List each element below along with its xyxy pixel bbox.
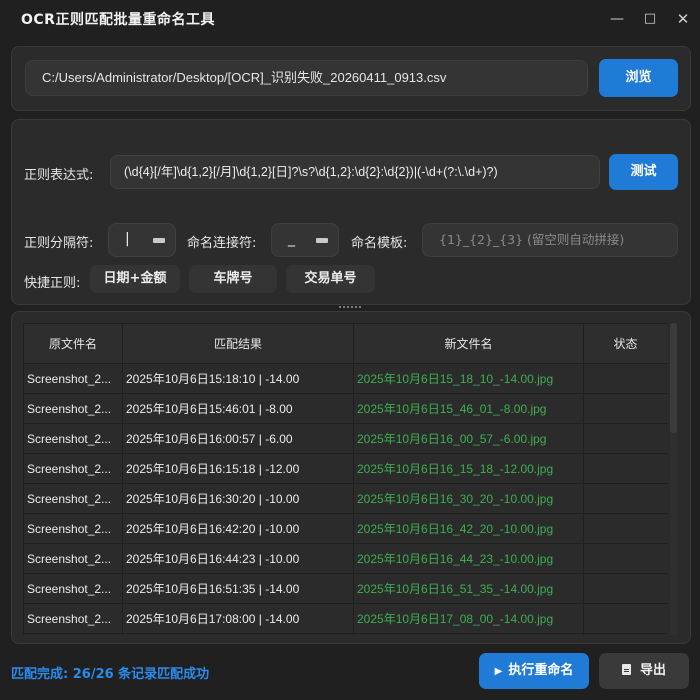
table-row[interactable]: Screenshot_2... 2025年10月6日16:15:18 | -12.… [23,453,667,484]
cell-status [583,573,667,604]
export-button[interactable]: 导出 [599,653,689,689]
table-row[interactable]: Screenshot_2... 2025年10月6日16:30:20 | -10.… [23,483,667,514]
separator-value: | [125,231,130,247]
joiner-value: _ [288,231,295,247]
regex-input[interactable]: (\d{4}[/年]\d{1,2}[/月]\d{1,2}[日]?\s?\d{1,… [110,155,600,189]
cell-newname [353,633,584,635]
cell-original [23,633,123,635]
table-row[interactable]: Screenshot_2... 2025年10月6日17:08:00 | -14.… [23,603,667,634]
dropdown-handle-icon [316,238,328,243]
cell-status [583,393,667,424]
dropdown-handle-icon [153,238,165,243]
table-body: Screenshot_2... 2025年10月6日15:18:10 | -14.… [23,363,667,635]
cell-match: 2025年10月6日16:42:20 | -10.00 [122,513,354,544]
table-row[interactable]: Screenshot_2... 2025年10月6日16:00:57 | -6.0… [23,423,667,454]
results-table-wrapper: 原文件名 匹配结果 新文件名 状态 Screenshot_2... 2025年10… [23,323,667,635]
maximize-icon[interactable]: □ [640,9,660,29]
table-row[interactable]: Screenshot_2... 2025年10月6日16:42:20 | -10.… [23,513,667,544]
quick-chip-date-amount[interactable]: 日期+金额 [90,265,180,293]
cell-newname: 2025年10月6日16_30_20_-10.00.jpg [353,483,584,514]
cell-match: 2025年10月6日16:30:20 | -10.00 [122,483,354,514]
cell-match: 2025年10月6日16:00:57 | -6.00 [122,423,354,454]
minimize-icon[interactable]: — [607,9,627,29]
title-bar: OCR正则匹配批量重命名工具 — □ ✕ [0,0,700,38]
cell-status [583,513,667,544]
test-button[interactable]: 测试 [609,154,678,190]
results-table: 原文件名 匹配结果 新文件名 状态 Screenshot_2... 2025年10… [23,323,667,635]
cell-match: 2025年10月6日16:44:23 | -10.00 [122,543,354,574]
cell-status [583,543,667,574]
table-row[interactable]: Screenshot_2... 2025年10月6日16:51:35 | -14.… [23,573,667,604]
file-path-input[interactable]: C:/Users/Administrator/Desktop/[OCR]_识别失… [25,60,588,96]
separator-label: 正则分隔符: [24,236,94,251]
cell-original: Screenshot_2... [23,603,123,634]
table-header-row: 原文件名 匹配结果 新文件名 状态 [23,323,667,364]
file-panel: C:/Users/Administrator/Desktop/[OCR]_识别失… [11,46,691,111]
quick-regex-label: 快捷正则: [24,276,81,291]
play-icon: ▶ [494,666,503,677]
header-status[interactable]: 状态 [583,323,667,364]
header-match[interactable]: 匹配结果 [122,323,354,364]
export-label: 导出 [639,663,666,678]
cell-original: Screenshot_2... [23,363,123,394]
close-icon[interactable]: ✕ [673,9,693,29]
template-label: 命名模板: [351,236,408,251]
settings-panel: 正则表达式: (\d{4}[/年]\d{1,2}[/月]\d{1,2}[日]?\… [11,119,691,305]
cell-original: Screenshot_2... [23,543,123,574]
cell-match [122,633,354,635]
cell-original: Screenshot_2... [23,513,123,544]
cell-status [583,483,667,514]
cell-status [583,453,667,484]
splitter-handle[interactable] [339,306,361,310]
cell-newname: 2025年10月6日16_00_57_-6.00.jpg [353,423,584,454]
cell-newname: 2025年10月6日16_42_20_-10.00.jpg [353,513,584,544]
cell-newname: 2025年10月6日16_44_23_-10.00.jpg [353,543,584,574]
joiner-select[interactable]: _ [271,223,339,257]
joiner-label: 命名连接符: [187,236,257,251]
status-text: 匹配完成: 26/26 条记录匹配成功 [11,667,210,682]
separator-select[interactable]: | [108,223,176,257]
browse-button[interactable]: 浏览 [599,59,678,97]
cell-match: 2025年10月6日16:51:35 | -14.00 [122,573,354,604]
cell-newname: 2025年10月6日16_15_18_-12.00.jpg [353,453,584,484]
document-icon [621,664,631,675]
header-newname[interactable]: 新文件名 [353,323,584,364]
cell-newname: 2025年10月6日16_51_35_-14.00.jpg [353,573,584,604]
cell-match: 2025年10月6日17:08:00 | -14.00 [122,603,354,634]
cell-newname: 2025年10月6日15_18_10_-14.00.jpg [353,363,584,394]
scrollbar-thumb[interactable] [670,323,677,433]
cell-newname: 2025年10月6日15_46_01_-8.00.jpg [353,393,584,424]
run-rename-label: 执行重命名 [508,663,574,678]
cell-status [583,363,667,394]
cell-original: Screenshot_2... [23,393,123,424]
cell-original: Screenshot_2... [23,453,123,484]
quick-chip-plate[interactable]: 车牌号 [189,265,277,293]
run-rename-button[interactable]: ▶ 执行重命名 [479,653,589,689]
table-row[interactable]: Screenshot_2... 2025年10月6日16:44:23 | -10.… [23,543,667,574]
results-panel: 原文件名 匹配结果 新文件名 状态 Screenshot_2... 2025年10… [11,311,691,644]
header-original[interactable]: 原文件名 [23,323,123,364]
table-row[interactable] [23,633,667,635]
cell-status [583,633,667,635]
template-input[interactable]: {1}_{2}_{3} (留空则自动拼接) [422,223,678,257]
cell-status [583,423,667,454]
quick-chip-transaction[interactable]: 交易单号 [286,265,375,293]
table-row[interactable]: Screenshot_2... 2025年10月6日15:18:10 | -14.… [23,363,667,394]
cell-match: 2025年10月6日15:46:01 | -8.00 [122,393,354,424]
cell-original: Screenshot_2... [23,423,123,454]
cell-original: Screenshot_2... [23,573,123,604]
app-title: OCR正则匹配批量重命名工具 [21,12,215,28]
cell-match: 2025年10月6日16:15:18 | -12.00 [122,453,354,484]
cell-original: Screenshot_2... [23,483,123,514]
cell-match: 2025年10月6日15:18:10 | -14.00 [122,363,354,394]
vertical-scrollbar[interactable] [670,323,677,635]
cell-status [583,603,667,634]
table-row[interactable]: Screenshot_2... 2025年10月6日15:46:01 | -8.0… [23,393,667,424]
regex-label: 正则表达式: [24,168,94,183]
cell-newname: 2025年10月6日17_08_00_-14.00.jpg [353,603,584,634]
